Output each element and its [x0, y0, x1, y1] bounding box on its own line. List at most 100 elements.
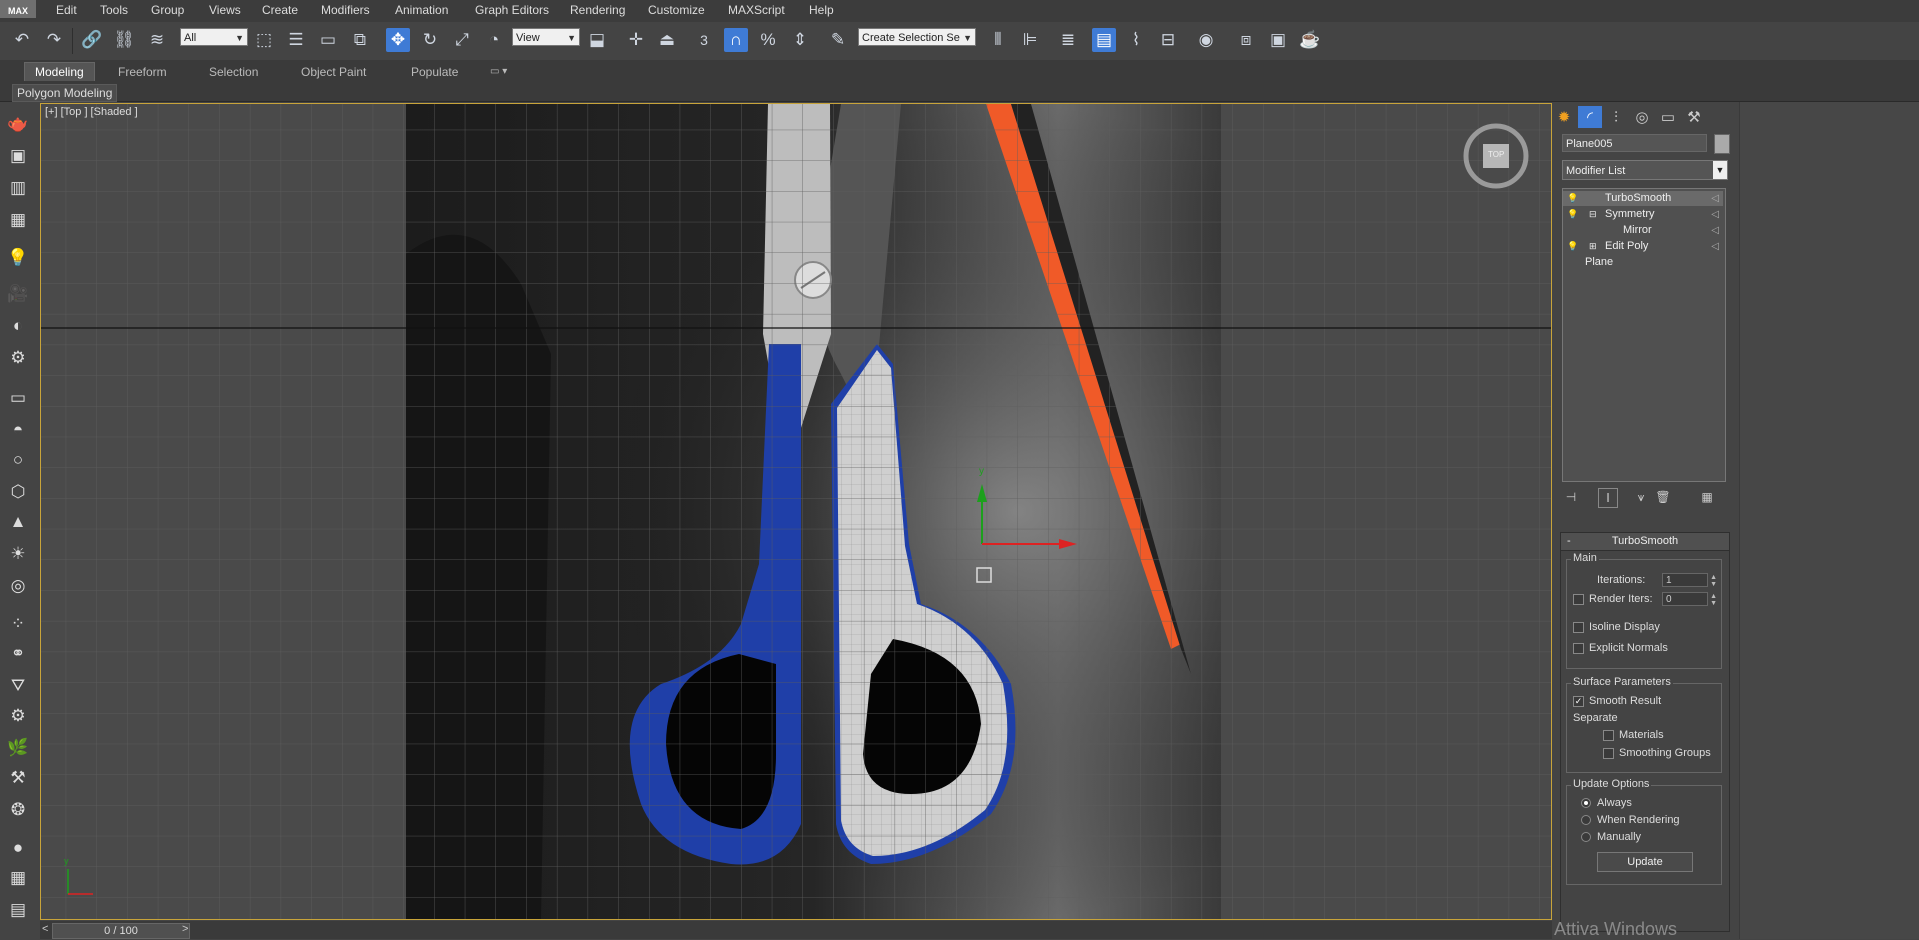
motion-tab-icon[interactable]: ◎ — [1630, 106, 1654, 128]
make-unique-icon[interactable]: ⩛ — [1632, 488, 1650, 506]
camera-icon[interactable]: 🎥 — [6, 282, 30, 306]
angle-snap-icon[interactable]: ∩ — [724, 28, 748, 52]
ribbon-options-icon[interactable]: ▭ ▾ — [490, 63, 507, 81]
hierarchy-tab-icon[interactable]: ⫶ — [1604, 106, 1628, 128]
redo-icon[interactable]: ↷ — [42, 28, 66, 52]
cylinder-icon[interactable]: ▥ — [6, 176, 30, 200]
bind-spacewarp-icon[interactable]: ≋ — [145, 28, 169, 52]
material-editor-icon[interactable]: ◉ — [1194, 28, 1218, 52]
viewport-label[interactable]: [+] [Top ] [Shaded ] — [45, 106, 138, 118]
top-viewport[interactable]: [+] [Top ] [Shaded ] TOP y y — [40, 103, 1552, 920]
window-crossing-icon[interactable]: ⧉ — [348, 28, 372, 52]
curve-editor-icon[interactable]: ⌇ — [1124, 28, 1148, 52]
object-color-swatch[interactable] — [1714, 134, 1730, 154]
lightbulb-icon[interactable]: 💡 — [1567, 207, 1578, 222]
undo-icon[interactable]: ↶ — [10, 28, 34, 52]
light-icon[interactable]: 💡 — [6, 246, 30, 270]
viewcube-label[interactable]: TOP — [1488, 150, 1504, 159]
globe-icon[interactable]: ● — [6, 836, 30, 860]
cone-icon[interactable]: ▲ — [6, 510, 30, 534]
menu-edit[interactable]: Edit — [56, 3, 77, 17]
tab-populate[interactable]: Populate — [411, 63, 458, 81]
stack-item-symmetry[interactable]: 💡 ⊟ Symmetry ◁ — [1563, 207, 1723, 222]
chevron-right-icon[interactable]: > — [182, 923, 188, 935]
render-production-icon[interactable]: ☕ — [1298, 28, 1322, 52]
pin-stack-icon[interactable]: ⊣ — [1562, 488, 1580, 506]
menu-modifiers[interactable]: Modifiers — [321, 3, 370, 17]
menu-animation[interactable]: Animation — [395, 3, 448, 17]
hemisphere-icon[interactable]: ◓ — [6, 418, 30, 442]
percent-snap-icon[interactable]: % — [756, 28, 780, 52]
smoothing-groups-checkbox[interactable] — [1603, 748, 1614, 759]
materials-checkbox[interactable] — [1603, 730, 1614, 741]
select-scale-icon[interactable]: ⤢ — [450, 28, 474, 52]
render-iters-checkbox[interactable] — [1573, 594, 1584, 605]
link-icon[interactable]: 🔗 — [80, 28, 104, 52]
rectangular-selection-icon[interactable]: ▭ — [316, 28, 340, 52]
box-icon[interactable]: ▣ — [6, 144, 30, 168]
document-icon[interactable]: ▤ — [6, 898, 30, 922]
stack-item-plane[interactable]: Plane — [1563, 255, 1723, 270]
polygon-modeling-panel[interactable]: Polygon Modeling — [12, 84, 118, 102]
lightbulb-icon[interactable]: 💡 — [1567, 239, 1578, 254]
select-rotate-icon[interactable]: ↻ — [418, 28, 442, 52]
time-slider[interactable]: 0 / 100 — [52, 923, 190, 939]
render-setup-icon[interactable]: ⧈ — [1234, 28, 1258, 52]
menu-help[interactable]: Help — [809, 3, 834, 17]
menu-create[interactable]: Create — [262, 3, 298, 17]
snaps-toggle-icon[interactable]: 3 — [692, 28, 716, 52]
stack-item-edit-poly[interactable]: 💡 ⊞ Edit Poly ◁ — [1563, 239, 1723, 254]
reference-coordinate-dropdown[interactable]: View ▼ — [512, 28, 580, 46]
named-selection-sets-dropdown[interactable]: Create Selection Se ▼ — [858, 28, 976, 46]
grid-icon[interactable]: ▦ — [6, 208, 30, 232]
menu-customize[interactable]: Customize — [648, 3, 705, 17]
schematic-view-icon[interactable]: ⊟ — [1156, 28, 1180, 52]
spacewarp-icon[interactable]: ⚙ — [6, 346, 30, 370]
stack-item-turbosmooth[interactable]: 💡 TurboSmooth ◁ — [1563, 191, 1723, 206]
manually-radio[interactable] — [1581, 832, 1591, 842]
stack-item-mirror[interactable]: Mirror ◁ — [1563, 223, 1723, 238]
render-iters-spinner[interactable]: 0 ▲ ▼ — [1662, 592, 1717, 607]
teapot-icon[interactable]: 🫖 — [6, 112, 30, 136]
menu-rendering[interactable]: Rendering — [570, 3, 625, 17]
rendered-frame-window-icon[interactable]: ▣ — [1266, 28, 1290, 52]
edit-named-selection-icon[interactable]: ✎ — [826, 28, 850, 52]
compound-icon[interactable]: ⚭ — [6, 642, 30, 666]
menu-group[interactable]: Group — [151, 3, 184, 17]
align-icon[interactable]: ⊫ — [1018, 28, 1042, 52]
gear-icon[interactable]: ⚙ — [6, 704, 30, 728]
particles-icon[interactable]: ⁘ — [6, 612, 30, 636]
when-rendering-radio[interactable] — [1581, 815, 1591, 825]
display-tab-icon[interactable]: ▭ — [1656, 106, 1680, 128]
utilities-tab-icon[interactable]: ⚒ — [1682, 106, 1706, 128]
spinner-arrows-icon[interactable]: ▲ ▼ — [1710, 593, 1717, 607]
sphere-icon[interactable]: ○ — [6, 448, 30, 472]
hair-fur-icon[interactable]: ⚒ — [6, 766, 30, 790]
torus-icon[interactable]: ◎ — [6, 574, 30, 598]
pyramid-icon[interactable]: ⛛ — [6, 674, 30, 698]
table-icon[interactable]: ▦ — [6, 866, 30, 890]
isoline-display-checkbox[interactable] — [1573, 622, 1584, 633]
place-icon[interactable]: ◔ — [482, 28, 506, 52]
tab-object-paint[interactable]: Object Paint — [301, 63, 366, 81]
plane-icon[interactable]: ▭ — [6, 386, 30, 410]
pivot-center-icon[interactable]: ⬓ — [585, 28, 609, 52]
app-logo[interactable]: MAX — [0, 0, 36, 18]
geosphere-icon[interactable]: ⬡ — [6, 480, 30, 504]
select-move-icon[interactable]: ✥ — [386, 28, 410, 52]
expand-icon[interactable]: ⊞ — [1589, 239, 1597, 254]
modifier-list-dropdown[interactable]: Modifier List ▼ — [1562, 160, 1728, 180]
spiral-icon[interactable]: ❂ — [6, 798, 30, 822]
select-object-icon[interactable]: ⬚ — [252, 28, 276, 52]
rollout-header[interactable]: - TurboSmooth — [1561, 533, 1729, 551]
spinner-snap-icon[interactable]: ⇕ — [788, 28, 812, 52]
object-name-field[interactable]: Plane005 — [1562, 134, 1707, 152]
smooth-result-checkbox[interactable]: ✓ — [1573, 696, 1584, 707]
explicit-normals-checkbox[interactable] — [1573, 643, 1584, 654]
menu-views[interactable]: Views — [209, 3, 241, 17]
select-by-name-icon[interactable]: ☰ — [284, 28, 308, 52]
sun-icon[interactable]: ☀ — [6, 542, 30, 566]
configure-modifier-sets-icon[interactable]: ▦ — [1698, 488, 1716, 506]
update-button[interactable]: Update — [1597, 852, 1693, 872]
menu-tools[interactable]: Tools — [100, 3, 128, 17]
